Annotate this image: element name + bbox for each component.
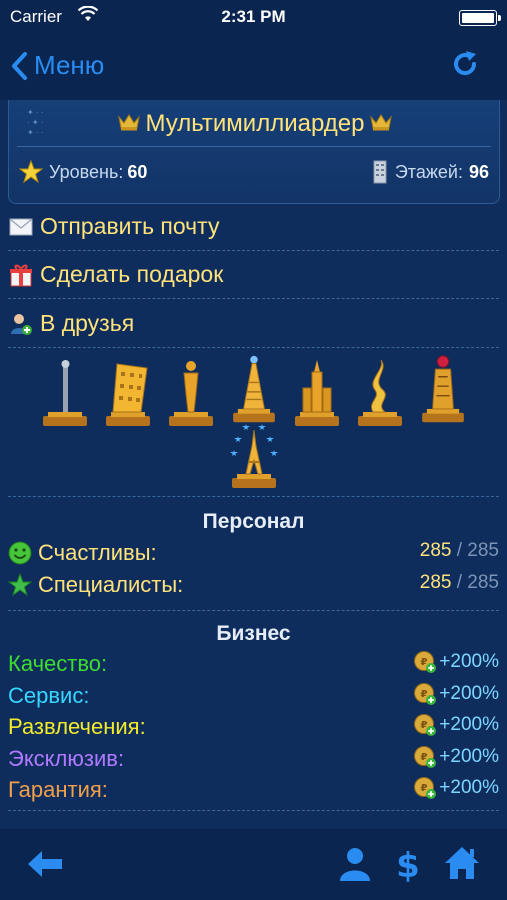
happy-staff-label: Счастливы: [38, 540, 157, 565]
star-icon [19, 160, 43, 184]
coin-plus-icon: ₽ [414, 714, 437, 736]
card-divider [17, 146, 491, 147]
happy-staff-value: 285 / 285 [420, 540, 499, 562]
business-label: Гарантия: [8, 777, 108, 802]
home-icon [445, 847, 479, 879]
send-mail-label: Отправить почту [40, 213, 220, 239]
rank-title-row: Мультимиллиардер [9, 110, 501, 138]
back-menu-label: Меню [34, 50, 105, 80]
level-info: Уровень: 60 [19, 160, 147, 184]
business-bonus-value: +200% [439, 714, 499, 735]
business-bonus-value: +200% [439, 682, 499, 704]
value-separator: / [451, 540, 468, 561]
nav-bar: Меню [0, 36, 507, 100]
floors-info: Этажей: 96 [371, 160, 489, 184]
dollar-icon: $ [396, 846, 420, 886]
personnel-title: Персонал [202, 510, 305, 533]
section-divider [8, 496, 499, 497]
send-gift-label: Сделать подарок [40, 261, 224, 287]
shop-button[interactable]: $ [396, 845, 420, 888]
business-bonus: ₽ +200% [413, 682, 499, 706]
send-gift-button[interactable]: Сделать подарок [8, 251, 499, 299]
rank-title: Мультимиллиардер [145, 110, 365, 137]
business-bonus: ₽ +200% [413, 745, 499, 769]
profile-button[interactable] [339, 847, 371, 886]
smiley-icon [8, 541, 32, 565]
coin-plus-icon: ₽ [414, 682, 437, 705]
profile-card: ✦ · · · ✦ · ✦ · · Мультимиллиардер Уровень… [8, 100, 500, 204]
send-mail-button[interactable]: Отправить почту [8, 203, 499, 251]
status-bar: Carrier 2:31 PM [0, 0, 507, 36]
statue-trophy-icon[interactable] [166, 358, 216, 430]
building-trophy-icon[interactable] [103, 358, 153, 430]
red-gem-trophy-icon[interactable] [418, 354, 468, 426]
specialists-label: Специалисты: [38, 572, 184, 597]
happy-staff-current: 285 [419, 540, 452, 561]
coin-plus-icon: ₽ [414, 651, 437, 673]
business-label: Развлечения: [8, 714, 146, 739]
section-divider [8, 610, 499, 611]
person-icon [340, 848, 370, 881]
add-friend-label: В друзья [40, 310, 135, 336]
building-icon [373, 160, 387, 184]
status-time: 2:31 PM [221, 7, 286, 26]
needle-trophy-icon[interactable] [40, 358, 90, 430]
twisted-tower-trophy-icon[interactable] [355, 358, 405, 430]
business-row-guarantee: Гарантия: ₽ +200% [8, 774, 499, 806]
business-bonus-value: +200% [439, 777, 499, 798]
section-divider [8, 810, 499, 811]
level-value: 60 [127, 161, 148, 182]
happy-staff-max: 285 [467, 540, 499, 561]
business-label: Эксклюзив: [8, 745, 125, 771]
crown-icon [370, 110, 393, 138]
battery-icon [459, 10, 501, 26]
mail-icon [8, 214, 34, 240]
business-row-quality: Качество: ₽ +200% [8, 648, 499, 680]
bottom-toolbar: $ [0, 828, 507, 900]
happy-staff-row: Счастливы: 285 / 285 [8, 538, 499, 568]
business-bonus: ₽ +200% [413, 713, 499, 737]
trophy-shelf [0, 352, 507, 492]
eiffel-tower-trophy-icon[interactable] [228, 422, 280, 492]
business-label: Сервис: [8, 682, 90, 708]
business-label: Качество: [8, 651, 108, 676]
business-row-entertainment: Развлечения: ₽ +200% [8, 711, 499, 743]
tower-trophy-icon[interactable] [229, 354, 279, 426]
coin-plus-icon: ₽ [414, 745, 437, 768]
business-bonus-value: +200% [439, 651, 499, 672]
value-separator: / [451, 572, 468, 593]
home-button[interactable] [443, 845, 481, 886]
specialists-max: 285 [467, 572, 499, 593]
add-friend-button[interactable]: В друзья [8, 300, 499, 348]
star-icon [8, 573, 32, 597]
chevron-left-icon [12, 51, 27, 80]
refresh-icon [454, 51, 477, 76]
gift-icon [8, 262, 34, 288]
specialists-value: 285 / 285 [420, 572, 499, 594]
floors-label: Этажей: [394, 161, 463, 182]
specialists-row: Специалисты: 285 / 285 [8, 570, 499, 600]
back-arrow-icon [28, 851, 62, 877]
add-friend-icon [8, 311, 34, 337]
business-title: Бизнес [216, 622, 291, 645]
floors-value: 96 [468, 161, 489, 182]
svg-text:$: $ [396, 846, 420, 883]
kremlin-trophy-icon[interactable] [292, 358, 342, 430]
level-label: Уровень: [49, 161, 124, 182]
back-button[interactable] [26, 849, 64, 884]
business-row-service: Сервис: ₽ +200% [8, 680, 499, 712]
specialists-current: 285 [419, 572, 452, 593]
business-bonus: ₽ +200% [413, 776, 499, 800]
business-bonus-value: +200% [439, 745, 499, 767]
coin-plus-icon: ₽ [414, 777, 437, 799]
refresh-button[interactable] [449, 48, 481, 85]
crown-icon [117, 110, 140, 138]
business-bonus: ₽ +200% [413, 650, 499, 674]
business-row-exclusive: Эксклюзив: ₽ +200% [8, 743, 499, 775]
back-menu-button[interactable]: Меню [10, 50, 104, 81]
